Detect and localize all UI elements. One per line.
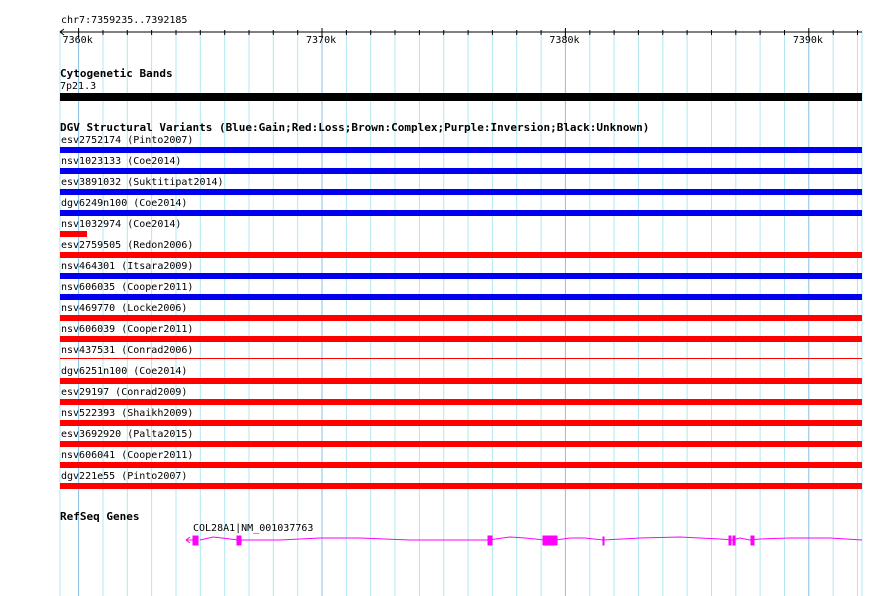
cytoband-bar[interactable] — [60, 93, 862, 101]
ruler-tick-label: 7360k — [62, 35, 93, 46]
variant-bar[interactable] — [60, 336, 862, 342]
variant-bar[interactable] — [60, 441, 862, 447]
ruler-tick-label: 7390k — [792, 35, 823, 46]
variant-label: nsv606041 (Cooper2011) — [61, 450, 194, 461]
variant-bar[interactable] — [60, 294, 862, 300]
variant-label: nsv1023133 (Coe2014) — [61, 156, 182, 167]
variant-label: esv3692920 (Palta2015) — [61, 429, 194, 440]
exon — [542, 535, 558, 546]
variant-label: nsv1032974 (Coe2014) — [61, 219, 182, 230]
variant-label: esv3891032 (Suktitipat2014) — [61, 177, 224, 188]
variant-label: nsv606035 (Cooper2011) — [61, 282, 194, 293]
ruler-tick-label: 7380k — [549, 35, 580, 46]
variant-bar[interactable] — [60, 420, 862, 426]
cytoband-track-title: Cytogenetic Bands — [60, 67, 173, 80]
variant-label: nsv464301 (Itsara2009) — [61, 261, 194, 272]
variant-bar[interactable] — [60, 147, 862, 153]
exon — [192, 535, 199, 546]
ruler-tick-label: 7370k — [306, 35, 337, 46]
dgv-track-title: DGV Structural Variants (Blue:Gain;Red:L… — [60, 121, 650, 134]
variant-label: nsv606039 (Cooper2011) — [61, 324, 194, 335]
variant-bar[interactable] — [60, 210, 862, 216]
exon — [602, 536, 605, 546]
variant-bar[interactable] — [60, 168, 862, 174]
refseq-track-title: RefSeq Genes — [60, 510, 140, 523]
variant-bar[interactable] — [60, 273, 862, 279]
cytoband-label: 7p21.3 — [60, 81, 97, 92]
variant-label: esv2759505 (Redon2006) — [61, 240, 194, 251]
exon — [487, 535, 493, 546]
gene-model-COL28A1[interactable] — [0, 530, 890, 550]
variant-bar[interactable] — [60, 252, 862, 258]
variant-bar[interactable] — [60, 231, 87, 237]
variant-bar[interactable] — [60, 462, 862, 468]
variant-bar[interactable] — [60, 378, 862, 384]
variant-bar[interactable] — [60, 399, 862, 405]
variant-label: dgv221e55 (Pinto2007) — [61, 471, 188, 482]
variant-label: nsv437531 (Conrad2006) — [61, 345, 194, 356]
variant-bar[interactable] — [60, 189, 862, 195]
variant-label: dgv6249n100 (Coe2014) — [61, 198, 188, 209]
exon — [732, 535, 736, 546]
exon — [236, 535, 242, 546]
variant-label: nsv522393 (Shaikh2009) — [61, 408, 194, 419]
variant-label: esv2752174 (Pinto2007) — [61, 135, 194, 146]
variant-bar[interactable] — [60, 483, 862, 489]
exon — [750, 535, 755, 546]
variant-label: esv29197 (Conrad2009) — [61, 387, 188, 398]
variant-bar[interactable] — [60, 315, 862, 321]
variant-label: dgv6251n100 (Coe2014) — [61, 366, 188, 377]
exon — [728, 535, 732, 546]
variant-bar[interactable] — [60, 358, 862, 359]
variant-label: nsv469770 (Locke2006) — [61, 303, 188, 314]
range-label: chr7:7359235..7392185 — [61, 15, 188, 26]
